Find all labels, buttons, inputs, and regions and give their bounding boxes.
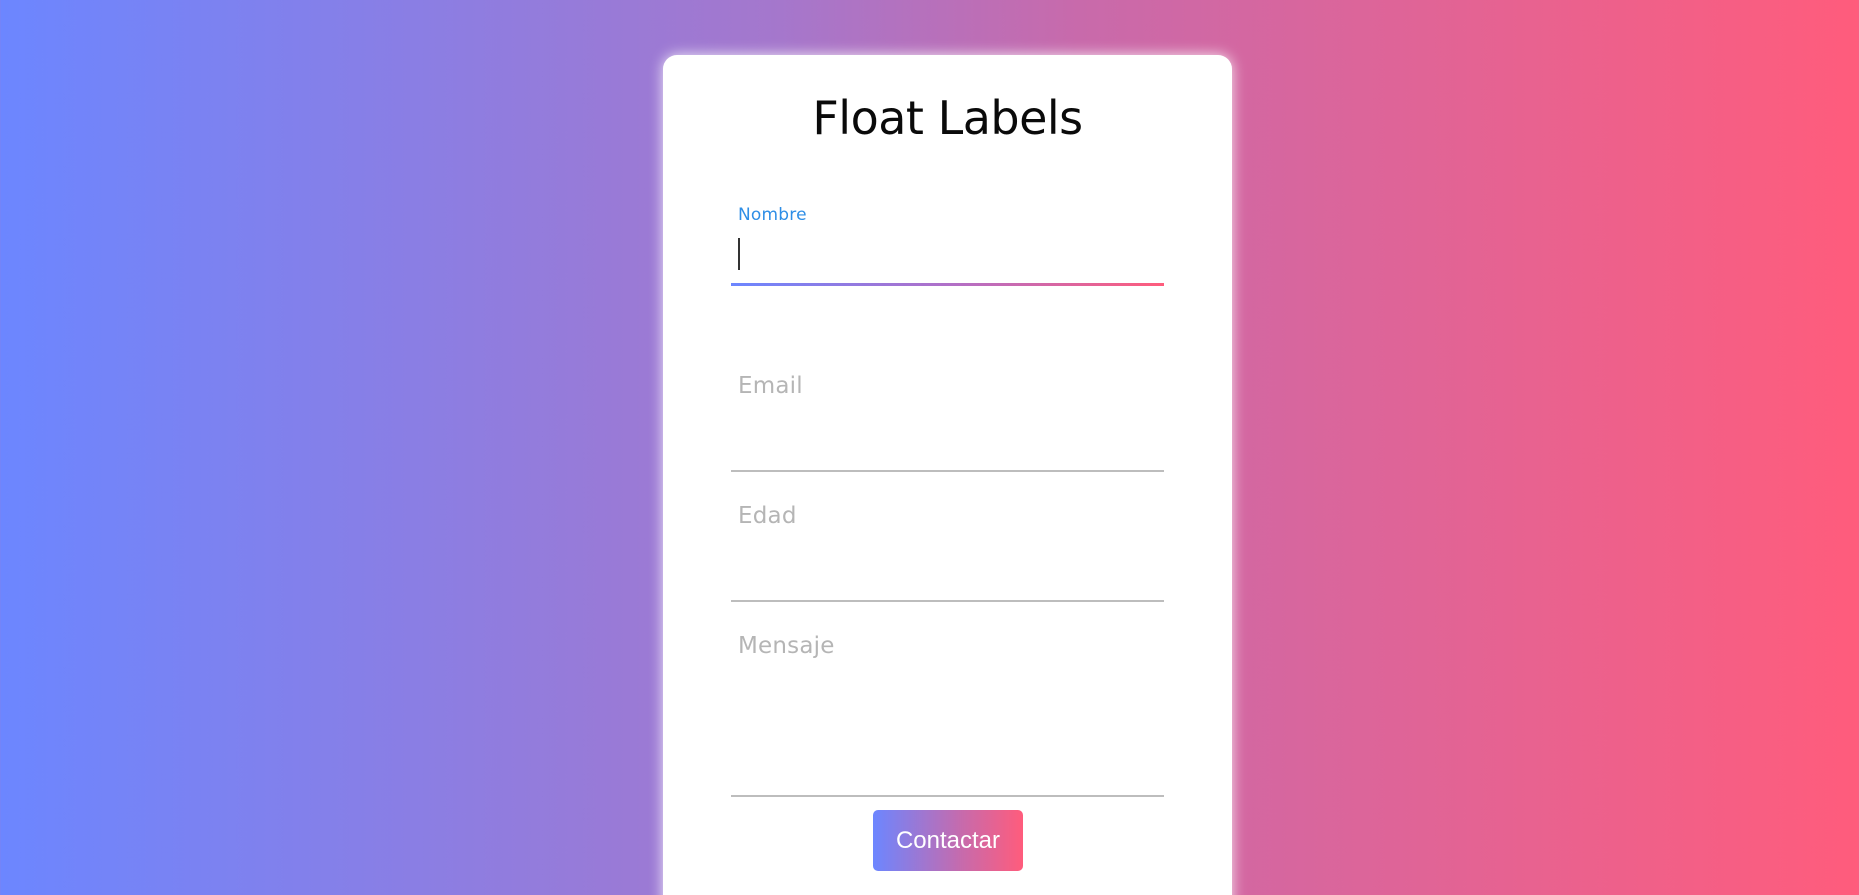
mensaje-underline (731, 795, 1164, 797)
nombre-field[interactable]: Nombre (731, 205, 1164, 295)
email-underline (731, 470, 1164, 472)
edad-label: Edad (738, 503, 797, 529)
nombre-underline (731, 283, 1164, 286)
nombre-label: Nombre (738, 205, 807, 225)
contactar-button[interactable]: Contactar (873, 810, 1023, 871)
email-field[interactable]: Email (731, 373, 1164, 473)
email-label: Email (738, 373, 803, 399)
mensaje-textarea[interactable]: Mensaje (731, 633, 1164, 797)
text-caret (738, 238, 740, 270)
contact-form-card: Float Labels Nombre Email Edad Mensaje C… (663, 55, 1232, 895)
form-title: Float Labels (812, 91, 1083, 145)
edad-underline (731, 600, 1164, 602)
edad-field[interactable]: Edad (731, 503, 1164, 603)
mensaje-label: Mensaje (738, 633, 835, 659)
